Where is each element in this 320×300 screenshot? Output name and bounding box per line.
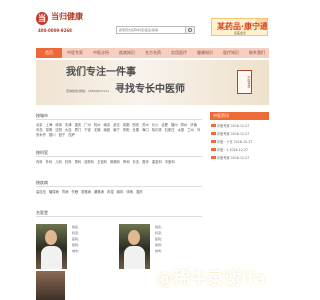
city-links[interactable]: 北京 上海 深圳 天津 重庆 广州 杭州 南京 武汉 成都 西安 苏州 长沙 合… bbox=[36, 123, 202, 138]
nav-item-experts[interactable]: 中医专家 bbox=[62, 48, 88, 58]
sidebar-item-text: 中医 · 1 2016-12-27 bbox=[217, 148, 248, 152]
doctor-title: 名医堂 bbox=[36, 209, 202, 217]
disease-links[interactable]: 高血压 糖尿病 胃病 失眠 颈椎病 腰椎病 风湿 痛风 咳嗽 湿疹 bbox=[36, 190, 202, 195]
nav-item-diseases[interactable]: 疾病知识 bbox=[114, 48, 140, 58]
sidebar-item-text: 中医 · 十五 2016-12-27 bbox=[217, 140, 253, 144]
sidebar-item[interactable]: 中医专家 2016-12-27 bbox=[211, 156, 268, 161]
nav-item-home[interactable]: 首页 bbox=[36, 48, 62, 58]
department-section: 按科室 内科 外科 儿科 妇科 男科 皮肤科 五官科 肿瘤科 骨科 针灸 推拿 … bbox=[36, 149, 202, 169]
sidebar-item[interactable]: 中医 · 十五 2016-12-27 bbox=[211, 140, 268, 145]
ad-subtitle: 名医会诊 bbox=[234, 31, 247, 35]
news-badge-icon bbox=[211, 132, 216, 135]
doctor-photo bbox=[119, 224, 150, 269]
sidebar-title: 中医资讯 bbox=[210, 112, 269, 120]
doctor-photo bbox=[36, 224, 67, 269]
doctor-info: 姓名： 科室： 医院： 职称： 城市： bbox=[72, 224, 120, 254]
logo-phone: 400-0009-9268 bbox=[38, 28, 72, 33]
disease-section: 按疾病 高血压 糖尿病 胃病 失眠 颈椎病 腰椎病 风湿 痛风 咳嗽 湿疹 bbox=[36, 179, 202, 199]
sidebar-item[interactable]: 中医专家 2016-12-27 bbox=[211, 132, 268, 137]
search-icon bbox=[188, 28, 192, 32]
doctor-city-label: 城市： bbox=[72, 249, 82, 253]
header-ad[interactable]: 某药品·康宁通 名医会诊 bbox=[211, 18, 268, 36]
site-logo[interactable]: 当 当归健康 400-0009-9268 bbox=[36, 10, 110, 38]
sidebar-item[interactable]: 中医专家 2016-12-27 bbox=[211, 124, 268, 129]
search-button[interactable] bbox=[186, 26, 195, 34]
nav-item-clinics[interactable]: 中医诊所 bbox=[88, 48, 114, 58]
department-links[interactable]: 内科 外科 儿科 妇科 男科 皮肤科 五官科 肿瘤科 骨科 针灸 推拿 康复科 … bbox=[36, 160, 202, 165]
logo-mark: 当 bbox=[36, 12, 48, 25]
news-badge-icon bbox=[211, 148, 216, 151]
doctor-city-label: 城市： bbox=[155, 249, 165, 253]
banner-line1: 我们专注一件事 bbox=[66, 67, 136, 78]
nav-item-medical[interactable]: 实用医疗 bbox=[166, 48, 192, 58]
nav-item-health[interactable]: 健康知识 bbox=[192, 48, 218, 58]
sidebar-item-text: 中医专家 2016-12-27 bbox=[217, 124, 250, 128]
news-badge-icon bbox=[211, 156, 216, 159]
sidebar-item[interactable]: 中医 · 1 2016-12-27 bbox=[211, 148, 268, 153]
banner-contact: 咨询热线/微信：18600001111 bbox=[66, 89, 110, 93]
doctor-section: 名医堂 bbox=[36, 209, 202, 217]
watermark-text: @稀牛录谢ifa bbox=[156, 269, 266, 289]
sidebar-item-text: 中医专家 2016-12-27 bbox=[217, 156, 250, 160]
header: 当 当归健康 400-0009-9268 搜索药方名称/科室/医生/疾病 某药品… bbox=[0, 0, 300, 44]
news-badge-icon bbox=[211, 140, 216, 143]
department-title: 按科室 bbox=[36, 149, 202, 157]
main-nav: 首页 中医专家 中医诊所 疾病知识 名方名药 实用医疗 健康知识 医疗知识 联系… bbox=[36, 48, 269, 58]
doctor-thumbnail[interactable] bbox=[36, 271, 65, 300]
banner-seal: 中医专家 bbox=[237, 70, 252, 94]
webpage: 当 当归健康 400-0009-9268 搜索药方名称/科室/医生/疾病 某药品… bbox=[0, 0, 300, 300]
hero-banner: 我们专注一件事 咨询热线/微信：18600001111 寻找专长中医师 中医专家 bbox=[36, 60, 269, 105]
news-sidebar: 中医资讯 中医专家 2016-12-27 中医专家 2016-12-27 中医 … bbox=[210, 112, 269, 168]
sidebar-item-text: 中医专家 2016-12-27 bbox=[217, 132, 250, 136]
disease-title: 按疾病 bbox=[36, 179, 202, 187]
banner-line2: 寻找专长中医师 bbox=[115, 84, 185, 95]
logo-title: 当归健康 bbox=[51, 12, 83, 21]
nav-item-knowledge[interactable]: 医疗知识 bbox=[218, 48, 244, 58]
city-section: 按城市 北京 上海 深圳 天津 重庆 广州 杭州 南京 武汉 成都 西安 苏州 … bbox=[36, 112, 202, 140]
city-title: 按城市 bbox=[36, 112, 202, 120]
nav-item-contact[interactable]: 联系我们 bbox=[244, 48, 270, 58]
search-input[interactable]: 搜索药方名称/科室/医生/疾病 bbox=[116, 26, 186, 34]
nav-item-prescriptions[interactable]: 名方名药 bbox=[140, 48, 166, 58]
doctor-info: 姓名： 科室： 医院： 职称： 城市： bbox=[155, 224, 203, 254]
news-badge-icon bbox=[211, 124, 216, 127]
